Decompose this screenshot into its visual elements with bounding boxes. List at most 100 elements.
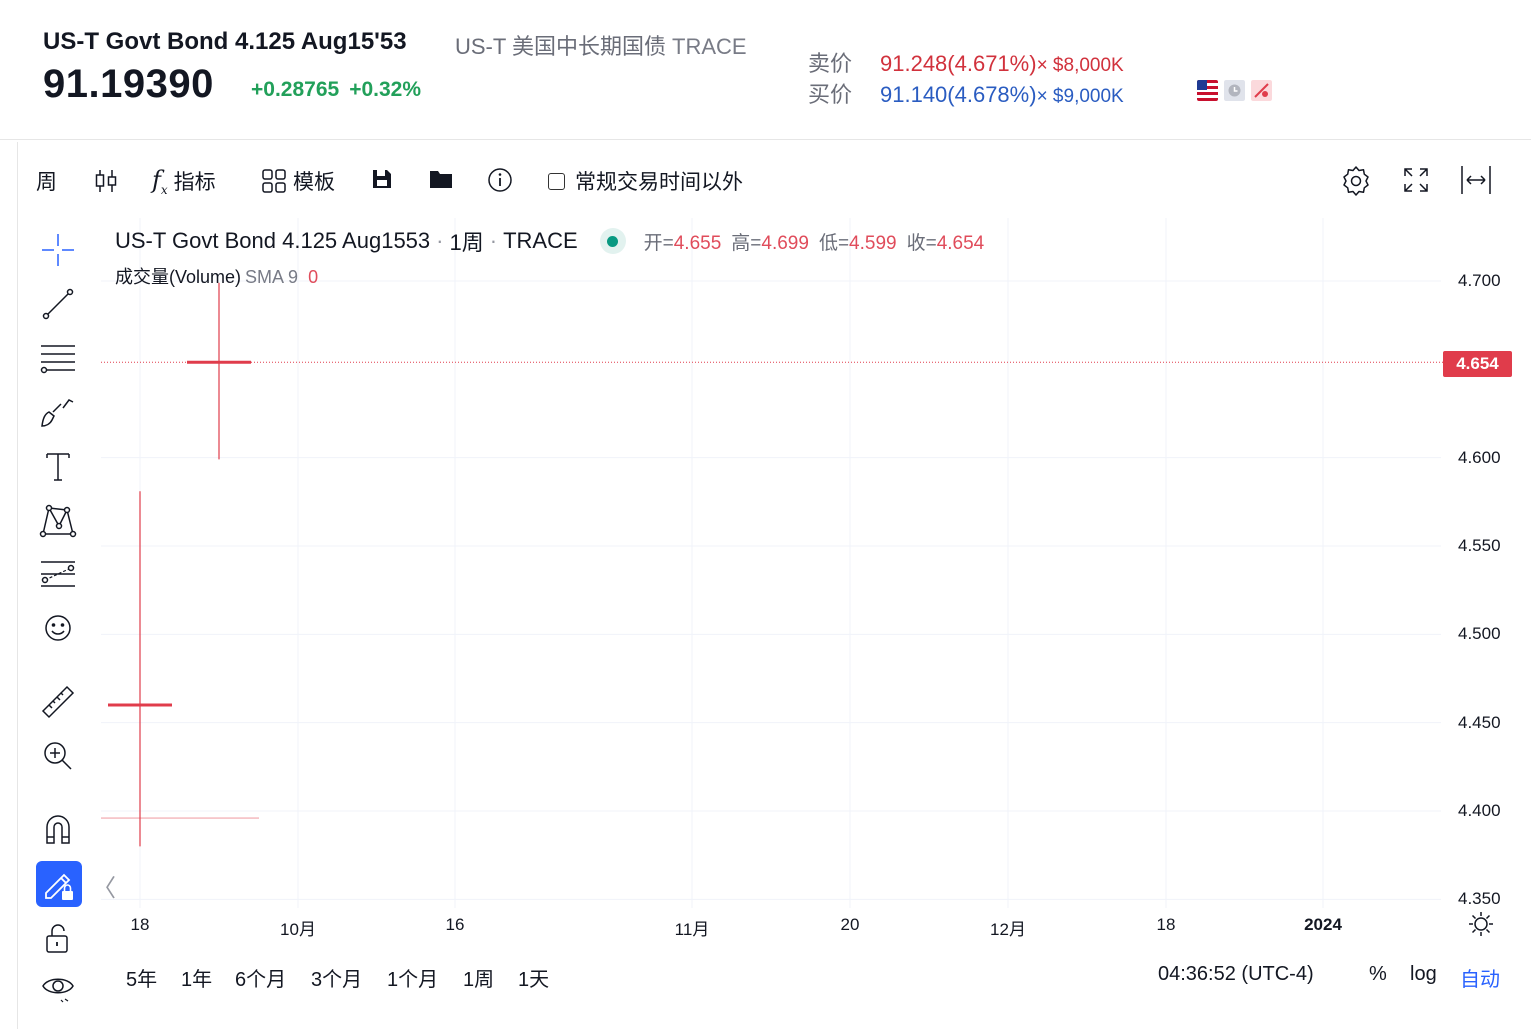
bid-label: 买价 bbox=[808, 82, 853, 107]
prediction-tool[interactable] bbox=[38, 554, 78, 594]
range-button[interactable]: 3个月 bbox=[311, 963, 362, 992]
high-label: 高= bbox=[731, 232, 762, 254]
close-value: 4.654 bbox=[936, 232, 985, 254]
stay-in-drawing-mode-tool[interactable] bbox=[36, 861, 82, 907]
interval-label: 周 bbox=[36, 171, 57, 194]
trend-line-tool[interactable] bbox=[38, 284, 78, 324]
bid-size: × $9,000K bbox=[1036, 86, 1124, 107]
templates-button[interactable]: 模板 bbox=[261, 166, 335, 196]
save-icon bbox=[373, 170, 391, 188]
open-layout-button[interactable] bbox=[429, 169, 453, 189]
fullscreen-button[interactable] bbox=[1402, 166, 1430, 194]
settings-button[interactable] bbox=[1340, 164, 1372, 196]
ask-quote: 卖价 91.248(4.671%)× $8,000K bbox=[808, 46, 1124, 78]
text-icon bbox=[46, 453, 70, 481]
chart-type-button[interactable] bbox=[94, 168, 118, 194]
log-scale-button[interactable]: log bbox=[1410, 963, 1437, 986]
bid-value: 91.140(4.678%) bbox=[880, 82, 1037, 107]
legend-separator: · bbox=[436, 228, 444, 253]
pattern-icon bbox=[39, 504, 77, 538]
low-value: 4.599 bbox=[849, 232, 897, 254]
extended-hours-label: 常规交易时间以外 bbox=[575, 171, 743, 194]
low-label: 低= bbox=[818, 232, 850, 254]
info-button[interactable] bbox=[487, 167, 513, 193]
lock-drawings-tool[interactable] bbox=[38, 918, 78, 958]
clock-icon[interactable] bbox=[1224, 80, 1245, 101]
delayed-icon[interactable] bbox=[1251, 80, 1272, 101]
magnet-tool[interactable] bbox=[38, 808, 78, 848]
legend-exchange: TRACE bbox=[503, 228, 578, 253]
indicators-label: 指标 bbox=[173, 171, 216, 195]
legend-symbol: US-T Govt Bond 4.125 Aug1553 bbox=[115, 228, 431, 253]
drawing-toolbar bbox=[17, 218, 99, 1029]
close-label: 收= bbox=[906, 232, 937, 254]
save-button[interactable] bbox=[371, 168, 393, 190]
auto-scale-button[interactable]: 自动 bbox=[1460, 963, 1500, 992]
time-tick-label: 10月 bbox=[280, 920, 316, 939]
change-value: +0.28765 bbox=[251, 78, 340, 101]
bid-quote: 买价 91.140(4.678%)× $9,000K bbox=[808, 77, 1124, 109]
brush-tool[interactable] bbox=[38, 392, 78, 432]
zoom-tool[interactable] bbox=[38, 736, 78, 776]
range-bar: 5年 1年 6个月 3个月 1个月 1周 1天 04:36:52 (UTC-4) % log… bbox=[101, 945, 1531, 1005]
volume-label: 成交量(Volume) bbox=[115, 267, 242, 287]
sun-gear-icon bbox=[1469, 912, 1493, 936]
eye-icon bbox=[42, 978, 74, 1003]
range-button[interactable]: 1天 bbox=[518, 963, 549, 992]
crosshair-tool[interactable] bbox=[38, 230, 78, 270]
fib-tool[interactable] bbox=[38, 338, 78, 378]
magnet-icon bbox=[46, 815, 70, 844]
fullscreen-icon bbox=[1404, 168, 1428, 192]
price-tick-label: 4.700 bbox=[1458, 271, 1501, 290]
volume-legend[interactable]: 成交量(Volume) SMA 9 0 bbox=[115, 263, 318, 289]
candlestick-icon bbox=[95, 170, 117, 192]
us-flag-icon[interactable] bbox=[1197, 80, 1218, 101]
price-tick-label: 4.400 bbox=[1458, 801, 1501, 820]
interval-button[interactable]: 周 bbox=[36, 166, 57, 196]
clock-display[interactable]: 04:36:52 (UTC-4) bbox=[1158, 963, 1314, 986]
axis-settings-button[interactable] bbox=[1467, 910, 1495, 943]
price-tick-label: 4.550 bbox=[1458, 536, 1501, 555]
time-axis[interactable]: 18 10月 16 11月 20 12月 18 2024 bbox=[101, 908, 1531, 942]
indicators-button[interactable]: fx 指标 bbox=[152, 166, 216, 197]
pencil-lock-icon bbox=[45, 873, 73, 900]
text-tool[interactable] bbox=[38, 446, 78, 486]
market-status-icon[interactable] bbox=[599, 228, 626, 254]
volume-sma: SMA 9 bbox=[245, 267, 299, 287]
time-tick-label: 18 bbox=[130, 915, 150, 934]
extended-hours-checkbox[interactable] bbox=[548, 172, 565, 190]
info-icon bbox=[488, 168, 512, 192]
time-tick-label: 18 bbox=[1156, 915, 1176, 934]
chart-legend: US-T Govt Bond 4.125 Aug1553 · 1周 · TRAC… bbox=[115, 225, 994, 257]
last-price-tag: 4.654 bbox=[1443, 351, 1512, 377]
emoji-tool[interactable] bbox=[38, 608, 78, 648]
expand-horizontal-icon bbox=[1461, 166, 1491, 194]
range-button[interactable]: 1个月 bbox=[387, 963, 438, 992]
function-icon: fx bbox=[152, 166, 168, 197]
fit-width-button[interactable] bbox=[1459, 164, 1493, 196]
change-percent: +0.32% bbox=[349, 78, 421, 101]
price-chart[interactable] bbox=[101, 218, 1531, 908]
pattern-tool[interactable] bbox=[38, 500, 78, 540]
hide-drawings-tool[interactable] bbox=[38, 966, 78, 1006]
open-value: 4.655 bbox=[673, 232, 722, 254]
price-tick-label: 4.600 bbox=[1458, 447, 1501, 467]
percent-scale-button[interactable]: % bbox=[1369, 963, 1387, 986]
range-button[interactable]: 6个月 bbox=[235, 963, 286, 992]
legend-separator: · bbox=[489, 228, 498, 253]
price-tick-label: 4.350 bbox=[1458, 889, 1501, 909]
range-button[interactable]: 1周 bbox=[463, 963, 494, 992]
unlock-icon bbox=[46, 924, 68, 953]
folder-icon bbox=[430, 171, 452, 188]
symbol-subtitle: US-T 美国中长期国债 bbox=[455, 34, 667, 59]
measure-tool[interactable] bbox=[38, 682, 78, 722]
smiley-icon bbox=[45, 615, 71, 641]
templates-icon bbox=[262, 169, 286, 193]
extended-hours-toggle[interactable]: 常规交易时间以外 bbox=[548, 166, 743, 196]
legend-interval: 1周 bbox=[449, 230, 484, 255]
symbol-header: US-T Govt Bond 4.125 Aug15'53 US-T 美国中长期… bbox=[0, 0, 1531, 140]
range-button[interactable]: 5年 bbox=[126, 963, 157, 992]
templates-label: 模板 bbox=[293, 171, 335, 194]
range-button[interactable]: 1年 bbox=[181, 963, 212, 992]
time-tick-label: 16 bbox=[445, 915, 465, 934]
